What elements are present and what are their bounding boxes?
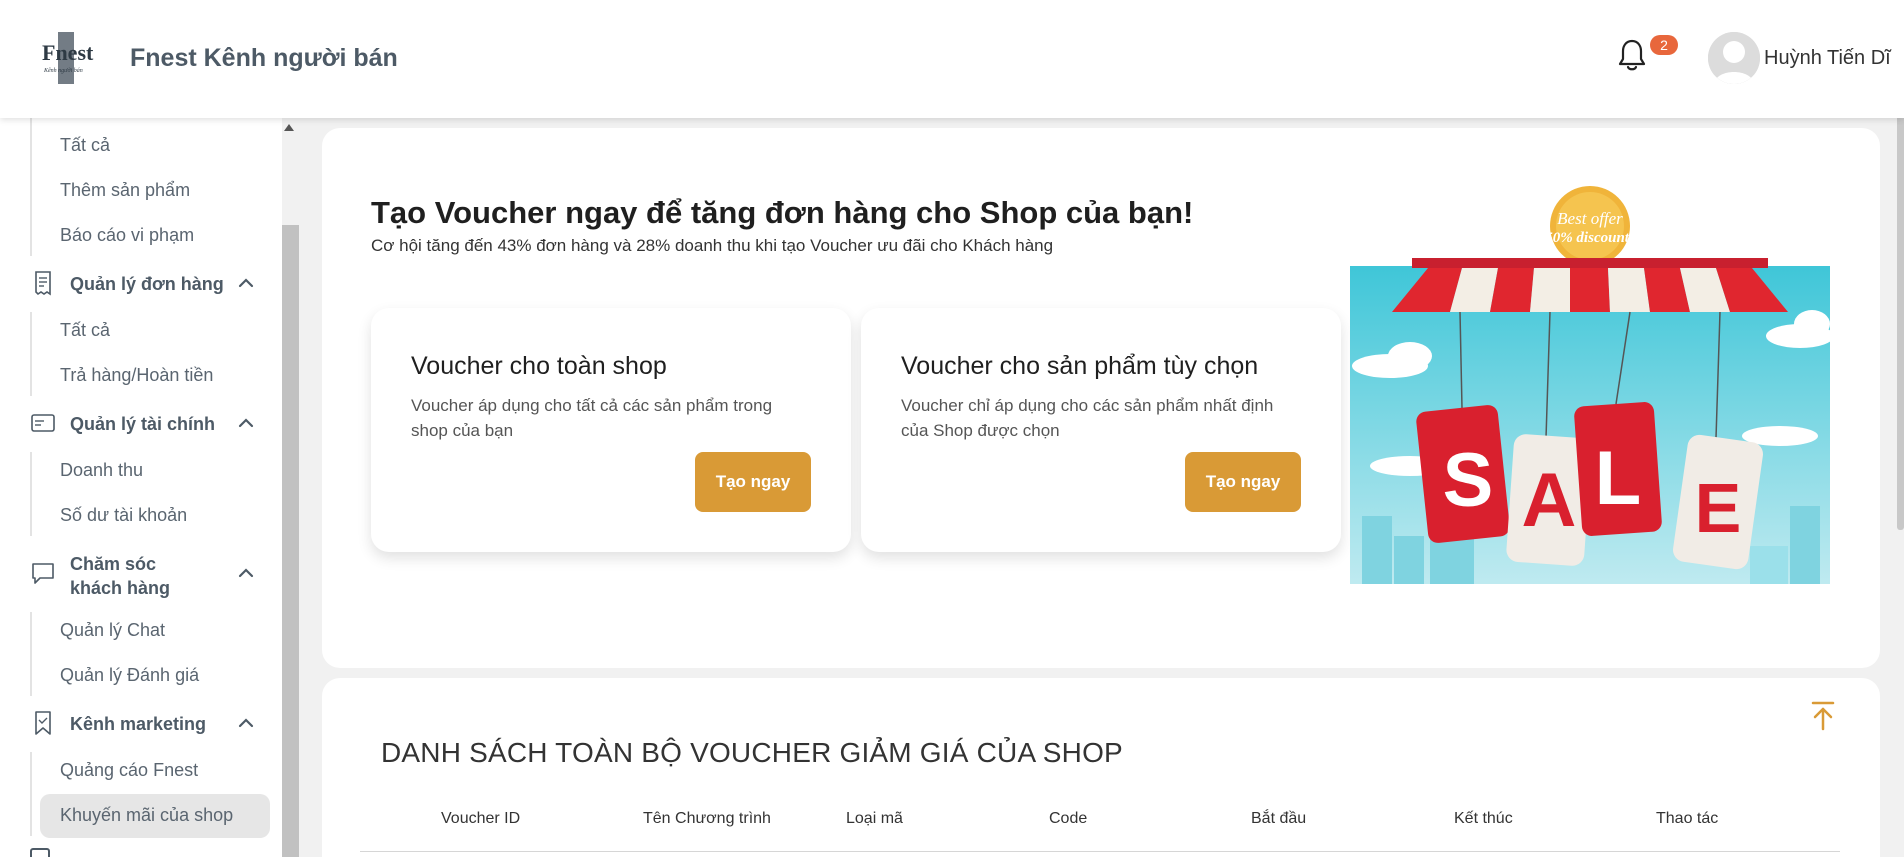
bookmark-icon [30,710,56,736]
column-header-code-type[interactable]: Loại mã [846,810,903,828]
fnest-logo[interactable]: Fnest Kênh người bán [38,30,98,86]
sidebar-group-label-line1: Chăm sóc [70,554,157,574]
tree-line [30,118,32,256]
avatar[interactable] [1708,32,1760,84]
voucher-list-title: DANH SÁCH TOÀN BỘ VOUCHER GIẢM GIÁ CỦA S… [381,737,1123,768]
create-shop-voucher-button[interactable]: Tạo ngay [695,452,811,512]
column-header-actions[interactable]: Thao tác [1656,810,1718,828]
sidebar-group-label: Quản lý tài chính [70,414,216,434]
sidebar-group-customer-care[interactable]: Chăm sóc khách hàng [30,550,270,602]
svg-text:Kênh người bán: Kênh người bán [43,68,83,74]
sale-letter-s: S [1443,438,1494,523]
tree-line [30,452,32,536]
sale-letter-e: E [1695,469,1742,547]
hero-subtitle: Cơ hội tăng đến 43% đơn hàng và 28% doan… [371,236,1054,255]
sidebar-group-orders[interactable]: Quản lý đơn hàng [30,270,270,298]
chevron-up-icon[interactable] [237,714,255,732]
sidebar-group-marketing[interactable]: Kênh marketing [30,710,270,738]
tree-line [30,612,32,696]
sale-letter-l: L [1595,436,1641,521]
sidebar-item-ads[interactable]: Quảng cáo Fnest [60,760,198,781]
scroll-up-arrow-icon[interactable] [284,124,294,131]
chevron-up-icon[interactable] [237,414,255,432]
column-header-voucher-id[interactable]: Voucher ID [441,810,520,828]
top-header: Fnest Kênh người bán Fnest Kênh người bá… [0,0,1904,118]
column-header-start[interactable]: Bắt đầu [1251,810,1306,828]
tree-line [30,752,32,836]
sidebar-item-returns[interactable]: Trả hàng/Hoàn tiền [60,365,213,386]
sidebar-scrollbar-thumb[interactable] [282,225,299,857]
chevron-up-icon[interactable] [237,274,255,292]
back-to-top-icon[interactable] [1810,700,1836,732]
sale-illustration: Best offer 50% discounts S A L E [1350,186,1834,584]
sidebar-item-add-product[interactable]: Thêm sản phẩm [60,180,190,201]
voucher-card-all-shop: Voucher cho toàn shop Voucher áp dụng ch… [371,308,851,552]
sidebar-group-label-line2: khách hàng [70,578,171,598]
badge-line2: 50% discounts [1545,230,1635,246]
voucher-card-desc: Voucher áp dụng cho tất cả các sản phẩm … [411,396,773,440]
sidebar-item-orders-all[interactable]: Tất cả [60,320,110,341]
bell-icon[interactable] [1617,38,1647,72]
column-header-end[interactable]: Kết thúc [1454,810,1513,828]
table-header-divider [360,851,1840,852]
sidebar-item-chat[interactable]: Quản lý Chat [60,620,165,641]
receipt-icon [30,270,56,296]
create-product-voucher-button[interactable]: Tạo ngay [1185,452,1301,512]
column-header-program-name[interactable]: Tên Chương trình [643,810,771,828]
voucher-card-title: Voucher cho toàn shop [411,352,667,380]
next-group-icon [30,848,50,857]
sidebar-group-label: Kênh marketing [70,714,207,734]
badge-line1: Best offer [1557,209,1623,228]
voucher-card-desc: Voucher chỉ áp dụng cho các sản phẩm nhấ… [901,396,1274,440]
sidebar-group-label: Quản lý đơn hàng [70,274,224,294]
sale-letter-a: A [1522,458,1577,543]
voucher-card-selected-products: Voucher cho sản phẩm tùy chọn Voucher ch… [861,308,1341,552]
hero-title: Tạo Voucher ngay để tăng đơn hàng cho Sh… [371,195,1194,230]
card-icon [30,410,56,436]
svg-text:Fnest: Fnest [42,40,94,65]
sidebar-item-shop-promotions[interactable]: Khuyến mãi của shop [60,805,233,826]
voucher-card-title: Voucher cho sản phẩm tùy chọn [901,352,1259,380]
sidebar-item-violation-report[interactable]: Báo cáo vi phạm [60,225,194,246]
sidebar-item-reviews[interactable]: Quản lý Đánh giá [60,665,199,686]
notification-badge: 2 [1650,35,1678,55]
sidebar-item-balance[interactable]: Số dư tài khoản [60,505,187,526]
user-name[interactable]: Huỳnh Tiến Dĩ [1764,47,1891,70]
sidebar-item-products-all[interactable]: Tất cả [60,135,110,156]
sidebar-group-finance[interactable]: Quản lý tài chính [30,410,270,438]
sidebar-item-revenue[interactable]: Doanh thu [60,460,143,481]
column-header-code[interactable]: Code [1049,810,1087,828]
tree-line [30,312,32,396]
chat-icon [30,560,56,586]
chevron-up-icon[interactable] [237,564,255,582]
brand-title: Fnest Kênh người bán [130,44,398,72]
